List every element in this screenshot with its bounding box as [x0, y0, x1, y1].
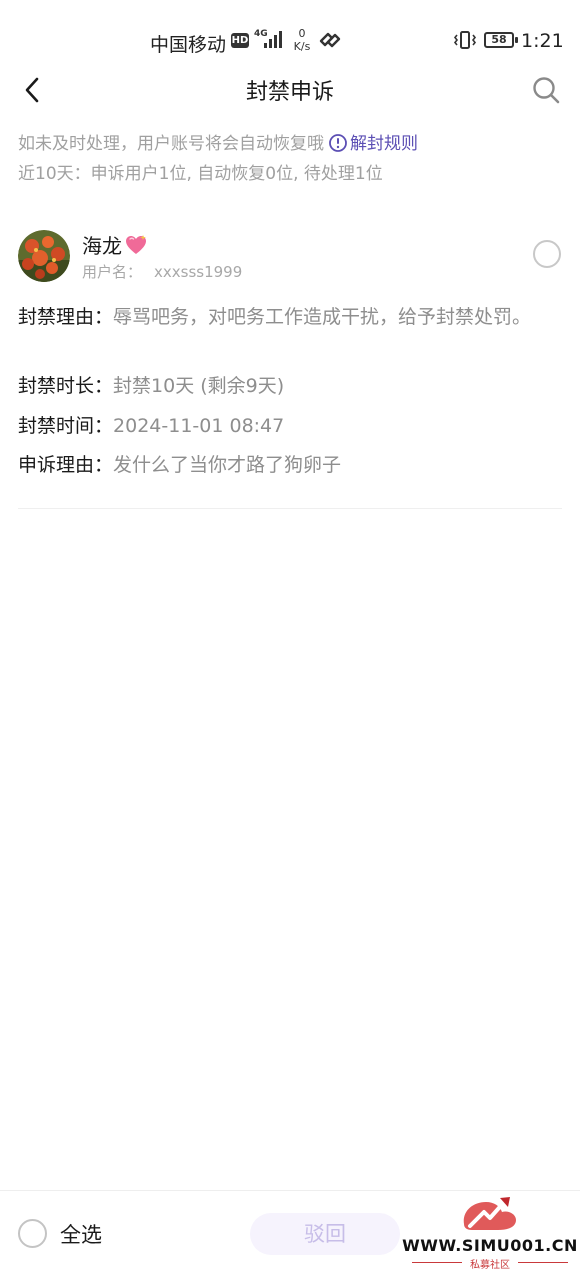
notice-line: 如未及时处理，用户账号将会自动恢复哦 解封规则 — [18, 130, 568, 158]
watermark-logo-icon — [463, 1197, 516, 1230]
hw-link-icon — [319, 32, 341, 48]
appeal-reason-value: 发什么了当你才路了狗卵子 — [113, 454, 342, 476]
signal-icon — [264, 31, 282, 48]
username-label: 用户名： — [82, 263, 143, 281]
watermark-sub: 私募社区 — [470, 1260, 510, 1271]
notice-text: 如未及时处理，用户账号将会自动恢复哦 — [18, 134, 324, 154]
search-icon[interactable] — [530, 74, 562, 106]
auto-restore-notice: 如未及时处理，用户账号将会自动恢复哦 解封规则 近10天：申诉用户1位, 自动恢… — [18, 130, 568, 188]
user-nickname-row: 海龙 — [82, 230, 148, 259]
appeal-card: 海龙 用户名： xxxsss1999 封禁理由：辱骂吧务，对吧务工作造成干扰，给予… — [0, 214, 580, 510]
ban-time-value: 2024-11-01 08:47 — [113, 415, 285, 437]
ban-time-row: 封禁时间：2024-11-01 08:47 — [18, 411, 568, 442]
vibrate-icon — [453, 31, 477, 49]
net-speed-unit: K/s — [293, 40, 311, 53]
watermark: WWW.SIMU001.CN 私募社区 — [400, 1190, 580, 1276]
reject-button[interactable]: 驳回 — [250, 1213, 400, 1255]
appeal-reason-row: 申诉理由：发什么了当你才路了狗卵子 — [18, 450, 568, 481]
ban-duration-row: 封禁时长：封禁10天 (剩余9天) — [18, 371, 568, 402]
hd-badge: HD — [231, 33, 249, 48]
select-all-label[interactable]: 全选 — [60, 1219, 102, 1249]
ban-duration-label: 封禁时长： — [18, 375, 114, 397]
sparkling-heart-icon — [126, 234, 146, 254]
user-nickname: 海龙 — [82, 234, 122, 258]
select-appeal-radio[interactable] — [533, 240, 561, 268]
username-value: xxxsss1999 — [154, 263, 243, 281]
page-header: 封禁申诉 — [0, 64, 580, 116]
unban-rules-link[interactable]: 解封规则 — [350, 134, 418, 154]
avatar[interactable] — [18, 230, 70, 282]
battery-icon: 58 — [484, 32, 518, 48]
carrier-name: 中国移动 — [150, 34, 227, 56]
watermark-site: WWW.SIMU001.CN — [402, 1236, 578, 1255]
watermark-line-right — [518, 1262, 568, 1263]
appeal-stats: 近10天：申诉用户1位, 自动恢复0位, 待处理1位 — [18, 164, 383, 184]
info-icon[interactable] — [328, 133, 348, 153]
clock: 1:21 — [521, 30, 564, 52]
net-speed-value: 0 — [298, 27, 306, 40]
divider — [18, 508, 562, 509]
username-row: 用户名： xxxsss1999 — [82, 261, 242, 282]
ban-reason-label: 封禁理由： — [18, 306, 114, 328]
ban-reason-row: 封禁理由：辱骂吧务，对吧务工作造成干扰，给予封禁处罚。 — [18, 302, 568, 333]
appeal-reason-label: 申诉理由： — [18, 454, 114, 476]
page-title: 封禁申诉 — [245, 80, 334, 105]
ban-duration-value: 封禁10天 (剩余9天) — [113, 375, 285, 397]
net-speed: 0 K/s — [290, 27, 314, 53]
select-all-radio[interactable] — [18, 1219, 47, 1248]
ban-time-label: 封禁时间： — [18, 415, 114, 437]
ban-reason-value: 辱骂吧务，对吧务工作造成干扰，给予封禁处罚。 — [113, 306, 532, 328]
